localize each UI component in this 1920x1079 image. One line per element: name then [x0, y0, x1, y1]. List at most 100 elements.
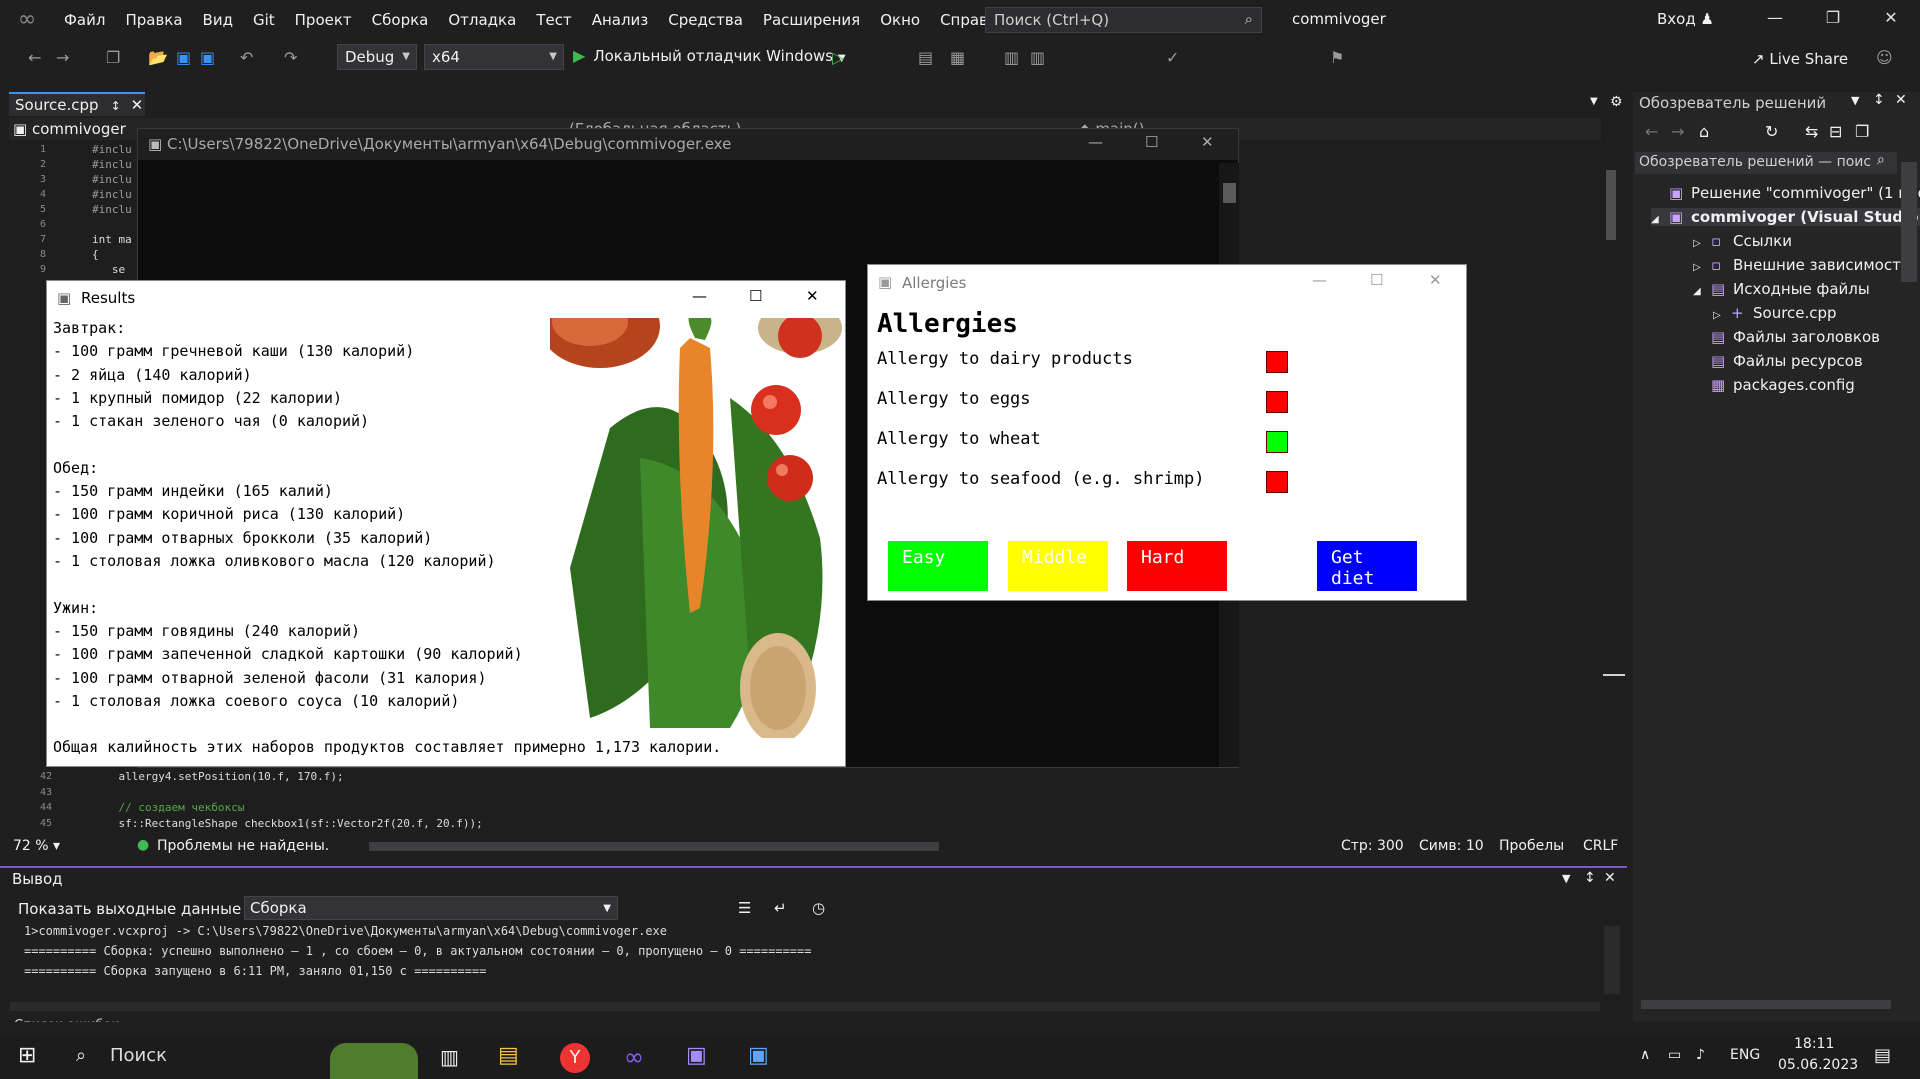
back-icon[interactable]: ←: [28, 48, 41, 67]
timestamp-icon[interactable]: ◷: [812, 899, 825, 917]
menu-item[interactable]: Отладка: [438, 0, 526, 40]
solution-tree-item[interactable]: ▤ Файлы заголовков: [1693, 328, 1880, 346]
expand-chevron-icon[interactable]: ◢: [1651, 214, 1669, 225]
menu-item[interactable]: Проект: [285, 0, 362, 40]
allergy-checkbox[interactable]: [1266, 351, 1288, 373]
yandex-browser-icon[interactable]: Y: [560, 1043, 590, 1073]
results-maximize-button[interactable]: ☐: [749, 287, 762, 305]
eol-status[interactable]: CRLF: [1583, 838, 1618, 854]
battery-icon[interactable]: ▭: [1668, 1047, 1681, 1063]
menu-item[interactable]: Окно: [870, 0, 930, 40]
forward-icon[interactable]: →: [56, 48, 69, 67]
get-diet-button[interactable]: Get diet: [1317, 541, 1417, 591]
solution-tree-item[interactable]: ▣Решение "commivoger" (1 проект: [1651, 184, 1920, 202]
nav-project[interactable]: ▣ commivoger: [13, 120, 126, 138]
menu-item[interactable]: Git: [243, 0, 285, 40]
bookmark-icon[interactable]: ⚑: [1330, 48, 1344, 67]
menu-item[interactable]: Сборка: [362, 0, 439, 40]
column-status[interactable]: Симв: 10: [1419, 838, 1484, 854]
taskbar-search[interactable]: Поиск: [110, 1045, 167, 1066]
output-scrollbar[interactable]: [1604, 926, 1620, 994]
code-line[interactable]: int ma: [92, 233, 132, 246]
editor-scrollbar[interactable]: [1603, 140, 1625, 830]
feedback-icon[interactable]: ☺: [1876, 48, 1893, 67]
visual-studio-icon[interactable]: ∞: [624, 1043, 644, 1071]
console-close-button[interactable]: ✕: [1201, 133, 1214, 151]
volume-icon[interactable]: ♪: [1696, 1047, 1705, 1063]
live-share-button[interactable]: ↗ Live Share: [1752, 50, 1848, 68]
save-all-icon[interactable]: ▣: [200, 48, 215, 67]
task-view-icon[interactable]: ▥: [440, 1045, 459, 1069]
sync-icon[interactable]: ⇆: [1805, 122, 1818, 141]
code-line[interactable]: se: [92, 263, 125, 276]
line-number-status[interactable]: Стр: 300: [1341, 838, 1404, 854]
maximize-button[interactable]: ❐: [1818, 8, 1848, 32]
code-line[interactable]: // создаем чекбоксы: [92, 801, 244, 814]
horizontal-scrollbar[interactable]: [369, 842, 939, 851]
solution-tree-item[interactable]: ▷ + Source.cpp: [1713, 304, 1837, 322]
signin-button[interactable]: Вход ♟: [1657, 10, 1714, 28]
solution-tree-item[interactable]: ◢ ▤ Исходные файлы: [1693, 280, 1870, 298]
search-highlight-image[interactable]: [330, 1043, 418, 1079]
menu-item[interactable]: Анализ: [582, 0, 659, 40]
solution-tree-item[interactable]: ▤ Файлы ресурсов: [1693, 352, 1863, 370]
toolbar-tool-icon[interactable]: ▤: [918, 48, 933, 67]
code-line[interactable]: #inclu: [92, 143, 132, 156]
home-icon[interactable]: ⌂: [1699, 122, 1709, 141]
clock-date[interactable]: 05.06.2023: [1778, 1057, 1858, 1073]
back-icon[interactable]: ←: [1645, 122, 1658, 141]
show-all-files-icon[interactable]: ❐: [1855, 122, 1869, 141]
output-h-scrollbar[interactable]: [10, 1002, 1600, 1011]
expand-chevron-icon[interactable]: ◢: [1693, 286, 1711, 297]
indentation-status[interactable]: Пробелы: [1499, 838, 1564, 854]
close-tab-icon[interactable]: ✕: [131, 96, 144, 114]
menu-item[interactable]: Файл: [54, 0, 115, 40]
difficulty-hard-button[interactable]: Hard: [1127, 541, 1227, 591]
save-icon[interactable]: ▣: [176, 48, 191, 67]
file-explorer-icon[interactable]: ▤: [498, 1043, 519, 1068]
new-item-icon[interactable]: ❐: [106, 48, 120, 67]
expand-chevron-icon[interactable]: ▷: [1693, 262, 1711, 273]
console-minimize-button[interactable]: —: [1088, 133, 1103, 151]
allergy-checkbox[interactable]: [1266, 471, 1288, 493]
start-debugging-button[interactable]: ▶ Локальный отладчик Windows ▼: [573, 46, 846, 65]
close-button[interactable]: ✕: [1876, 8, 1906, 32]
language-indicator[interactable]: ENG: [1730, 1047, 1760, 1063]
solution-tree-item[interactable]: ▷ ▫ Ссылки: [1693, 232, 1792, 250]
allergies-maximize-button[interactable]: ☐: [1370, 271, 1383, 289]
panel-dropdown-icon[interactable]: ▼: [1562, 872, 1570, 885]
notifications-icon[interactable]: ▤: [1874, 1045, 1891, 1066]
code-line[interactable]: allergy4.setPosition(10.f, 170.f);: [92, 770, 343, 783]
close-panel-icon[interactable]: ✕: [1895, 92, 1907, 108]
code-line[interactable]: sf::RectangleShape checkbox1(sf::Vector2…: [92, 817, 482, 830]
problems-status[interactable]: Проблемы не найдены.: [157, 838, 329, 854]
tab-source-cpp[interactable]: Source.cpp ↕ ✕: [9, 92, 145, 116]
difficulty-middle-button[interactable]: Middle: [1008, 541, 1108, 591]
search-input[interactable]: Поиск (Ctrl+Q) ⌕: [985, 7, 1262, 33]
results-minimize-button[interactable]: —: [692, 287, 707, 305]
console-scroll-thumb[interactable]: [1223, 183, 1236, 203]
allergies-close-button[interactable]: ✕: [1429, 271, 1442, 289]
menu-item[interactable]: Средства: [658, 0, 753, 40]
code-line[interactable]: {: [92, 248, 99, 261]
gear-icon[interactable]: ⚙: [1610, 94, 1623, 110]
solution-search-input[interactable]: Обозреватель решений — поис: [1635, 152, 1897, 174]
allergy-checkbox[interactable]: [1266, 431, 1288, 453]
spellcheck-icon[interactable]: ✓: [1166, 48, 1179, 67]
pin-icon[interactable]: ↕: [1873, 92, 1885, 108]
code-line[interactable]: #inclu: [92, 203, 132, 216]
visual-studio-logo-icon[interactable]: ∞: [14, 7, 40, 33]
allergy-checkbox[interactable]: [1266, 391, 1288, 413]
menu-item[interactable]: Расширения: [753, 0, 870, 40]
search-icon[interactable]: ⌕: [76, 1045, 86, 1066]
solution-tree-item[interactable]: ◢ ▣ commivoger (Visual Studio 20: [1651, 208, 1920, 226]
solution-scrollbar-thumb[interactable]: [1901, 162, 1917, 282]
tab-list-icon[interactable]: ▼: [1590, 96, 1598, 107]
pin-icon[interactable]: ↕: [1584, 870, 1596, 886]
collapse-all-icon[interactable]: ⊟: [1829, 122, 1842, 141]
forward-icon[interactable]: →: [1671, 122, 1684, 141]
tray-expand-icon[interactable]: ∧: [1640, 1047, 1650, 1063]
toolbar-tool-icon[interactable]: ▥: [1004, 48, 1019, 67]
config-select[interactable]: Debug ▼: [337, 44, 417, 70]
menu-item[interactable]: Вид: [193, 0, 243, 40]
